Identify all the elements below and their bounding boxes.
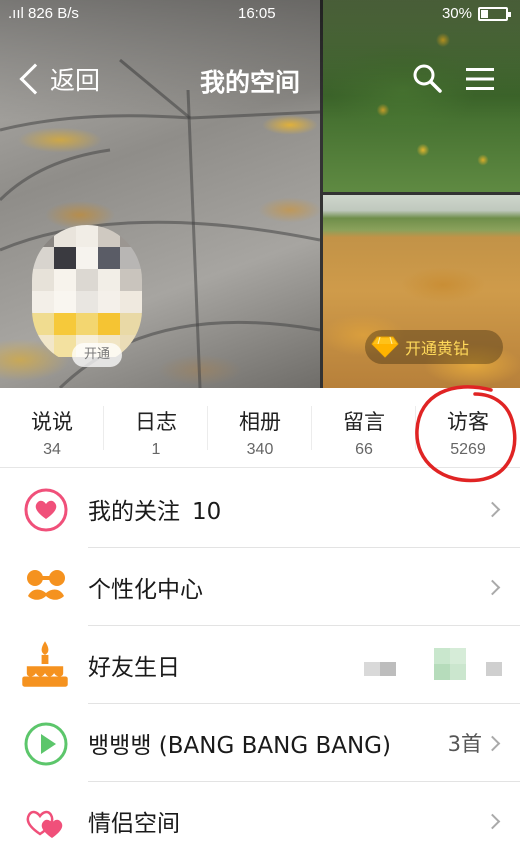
battery-fill xyxy=(481,9,488,18)
stat-label: 留言 xyxy=(343,410,385,434)
list-item-personalize[interactable]: 个性化中心 xyxy=(0,548,520,626)
network-speed: .ııl 826 B/s xyxy=(8,5,79,22)
stat-count: 66 xyxy=(355,441,373,458)
open-yellow-diamond-button[interactable]: 开通黄钻 xyxy=(365,330,503,364)
double-heart-icon xyxy=(26,810,63,838)
mustache-icon xyxy=(27,570,65,600)
list-item-label: 好友生日 xyxy=(88,655,180,681)
battery-icon xyxy=(478,6,511,21)
stat-count: 1 xyxy=(151,441,161,458)
list-item-birthday[interactable]: 好友生日 xyxy=(0,626,520,704)
stat-label: 相册 xyxy=(239,410,281,434)
stat-count: 34 xyxy=(43,441,61,458)
cover-photo-area[interactable]: .ııl 826 B/s 16:05 30% 返回 我的空间 开通 开通黄钻 xyxy=(0,0,520,388)
stat-count: 5269 xyxy=(450,441,486,458)
list-item-music[interactable]: 뱅뱅뱅 (BANG BANG BANG) 3首 xyxy=(0,704,520,782)
status-bar: .ııl 826 B/s 16:05 30% xyxy=(0,0,520,30)
top-nav: 返回 我的空间 xyxy=(0,55,520,107)
clock: 16:05 xyxy=(238,5,276,22)
heart-icon xyxy=(24,488,68,532)
stat-shuoshuo[interactable]: 说说 34 xyxy=(0,390,104,467)
stat-visitors[interactable]: 访客 5269 xyxy=(416,390,520,467)
list-item-label: 我的关注 10 xyxy=(88,492,221,526)
back-label: 返回 xyxy=(50,66,101,95)
list-item-couple[interactable]: 情侣空间 xyxy=(0,782,520,857)
page-title: 我的空间 xyxy=(200,68,301,97)
stat-messages[interactable]: 留言 66 xyxy=(312,390,416,467)
stat-label: 说说 xyxy=(31,410,73,434)
chevron-right-icon xyxy=(484,579,501,595)
chevron-right-icon xyxy=(484,735,501,751)
menu-icon[interactable] xyxy=(466,67,494,91)
stat-blog[interactable]: 日志 1 xyxy=(104,390,208,467)
list-item-label: 뱅뱅뱅 (BANG BANG BANG) xyxy=(88,733,391,759)
chevron-right-icon xyxy=(484,813,501,829)
chevron-left-icon xyxy=(19,63,51,95)
stat-label: 访客 xyxy=(447,410,489,434)
battery-percent: 30% xyxy=(441,5,472,22)
battery-status: 30% xyxy=(441,5,511,22)
music-count: 3首 xyxy=(447,732,482,756)
follow-count: 10 xyxy=(192,499,222,525)
pixelated-avatar xyxy=(434,648,466,680)
stats-bar: 说说 34 日志 1 相册 340 留言 66 访客 5269 xyxy=(0,390,520,468)
stat-count: 340 xyxy=(246,441,274,458)
feature-list: 我的关注 10 个性化中心 好友生日 뱅뱅뱅 (BANG BANG BANG) … xyxy=(0,470,520,857)
back-button[interactable]: 返回 xyxy=(14,61,100,97)
pixelated-avatar xyxy=(486,662,502,676)
list-item-follow[interactable]: 我的关注 10 xyxy=(0,470,520,548)
diamond-label: 开通黄钻 xyxy=(405,339,470,358)
follow-label: 我的关注 xyxy=(88,499,180,525)
list-item-label: 情侣空间 xyxy=(88,811,180,837)
diamond-icon xyxy=(371,336,399,358)
chevron-right-icon xyxy=(484,501,501,517)
stat-label: 日志 xyxy=(135,410,177,434)
stat-album[interactable]: 相册 340 xyxy=(208,390,312,467)
play-icon xyxy=(24,722,68,766)
open-vip-badge[interactable]: 开通 xyxy=(72,343,122,367)
list-item-label: 个性化中心 xyxy=(88,577,203,603)
pixelated-avatar xyxy=(364,662,396,676)
cake-icon xyxy=(22,641,68,687)
search-icon[interactable] xyxy=(412,63,442,93)
